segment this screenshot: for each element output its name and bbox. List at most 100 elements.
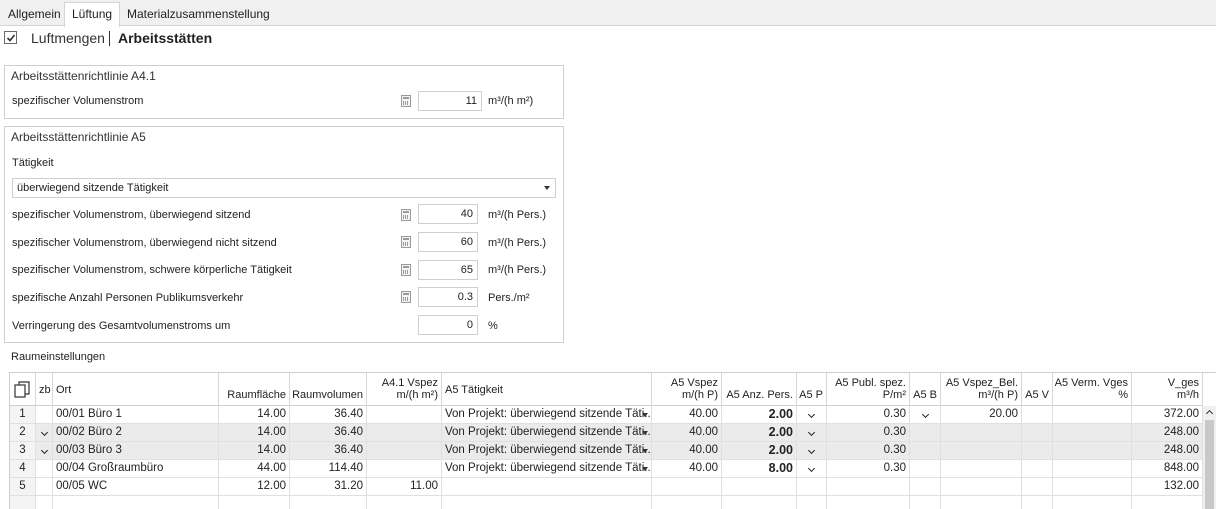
calculator-icon[interactable] [401,95,411,107]
column-header[interactable]: A5 V [1022,373,1053,406]
a5-publ-spez-cell[interactable] [827,478,910,496]
zb-cell[interactable] [36,424,53,442]
ort-cell[interactable]: 00/05 WC [53,478,219,496]
a41-vspez-cell[interactable]: 11.00 [367,478,442,496]
ort-cell[interactable]: 00/02 Büro 2 [53,424,219,442]
a5-anz-pers-cell[interactable]: 2.00 [722,406,797,424]
empty-cell[interactable] [290,496,367,509]
empty-row[interactable] [10,496,1216,509]
a5-p-cell[interactable] [797,406,827,424]
a5-p-cell[interactable] [797,460,827,478]
chevron-down-icon[interactable] [642,431,648,435]
a5-taetigkeit-cell[interactable] [442,478,652,496]
a5-b-cell[interactable] [910,406,941,424]
column-header[interactable]: A5 B [910,373,941,406]
a5-vspez-bel-cell[interactable] [941,478,1022,496]
column-header[interactable]: V_ges m³/h [1132,373,1203,406]
zb-cell[interactable] [36,406,53,424]
a5-taetigkeit-cell[interactable]: Von Projekt: überwiegend sitzende Täti..… [442,442,652,460]
v-ges-cell[interactable]: 132.00 [1132,478,1203,496]
a5-vspez-bel-cell[interactable] [941,460,1022,478]
column-header[interactable]: A5 Anz. Pers. [722,373,797,406]
column-header[interactable]: A5 Publ. spez. P/m² [827,373,910,406]
a5-anz-pers-cell[interactable]: 2.00 [722,424,797,442]
raumflaeche-cell[interactable]: 12.00 [219,478,290,496]
column-header[interactable]: A4.1 Vspez m/(h m²) [367,373,442,406]
a41-vspez-cell[interactable] [367,406,442,424]
empty-cell[interactable] [53,496,219,509]
ort-cell[interactable]: 00/01 Büro 1 [53,406,219,424]
luftmengen-checkbox[interactable] [4,31,17,44]
a5-v-cell[interactable] [1022,460,1053,478]
raumflaeche-cell[interactable]: 14.00 [219,406,290,424]
a5-taetigkeit-cell[interactable]: Von Projekt: überwiegend sitzende Täti..… [442,460,652,478]
empty-cell[interactable] [10,496,36,509]
calculator-icon[interactable] [401,264,411,276]
a5-verm-vges-cell[interactable] [1053,406,1132,424]
verringerung-input[interactable]: 0 [418,315,478,335]
tab-materialzusammenstellung[interactable]: Materialzusammenstellung [119,2,278,26]
a5-p-cell[interactable] [797,478,827,496]
calculator-icon[interactable] [401,209,411,221]
a5-b-cell[interactable] [910,460,941,478]
empty-cell[interactable] [941,496,1022,509]
scroll-up-icon[interactable] [1205,409,1214,418]
calculator-icon[interactable] [401,291,411,303]
column-header[interactable]: A5 P [797,373,827,406]
raumvolumen-cell[interactable]: 36.40 [290,424,367,442]
v-ges-cell[interactable]: 848.00 [1132,460,1203,478]
a5-vspez-bel-cell[interactable] [941,424,1022,442]
a5-v-cell[interactable] [1022,424,1053,442]
column-header[interactable]: A5 Vspez m/(h P) [652,373,722,406]
empty-cell[interactable] [797,496,827,509]
v-ges-cell[interactable]: 248.00 [1132,442,1203,460]
a5-publ-spez-cell[interactable]: 0.30 [827,424,910,442]
raumflaeche-cell[interactable]: 14.00 [219,424,290,442]
a41-value-input[interactable]: 11 [418,91,482,111]
a5-verm-vges-cell[interactable] [1053,478,1132,496]
column-header[interactable]: zb [36,373,53,406]
a5-vspez-bel-cell[interactable]: 20.00 [941,406,1022,424]
vertical-scrollbar[interactable] [1202,406,1216,509]
empty-cell[interactable] [827,496,910,509]
vspez-schwer-input[interactable]: 65 [418,260,478,280]
a5-vspez-cell[interactable]: 40.00 [652,406,722,424]
raumvolumen-cell[interactable]: 31.20 [290,478,367,496]
empty-cell[interactable] [219,496,290,509]
column-header[interactable]: A5 Verm. Vges% [1053,373,1132,406]
a5-anz-pers-cell[interactable]: 2.00 [722,442,797,460]
a5-vspez-cell[interactable]: 40.00 [652,424,722,442]
a5-v-cell[interactable] [1022,406,1053,424]
scrollbar-thumb[interactable] [1205,420,1214,509]
a5-taetigkeit-cell[interactable]: Von Projekt: überwiegend sitzende Täti..… [442,406,652,424]
empty-cell[interactable] [367,496,442,509]
raumflaeche-cell[interactable]: 44.00 [219,460,290,478]
a5-publ-spez-cell[interactable]: 0.30 [827,406,910,424]
a5-anz-pers-cell[interactable] [722,478,797,496]
tab-allgemein[interactable]: Allgemein [0,2,69,26]
v-ges-cell[interactable]: 248.00 [1132,424,1203,442]
table-row[interactable]: 1 00/01 Büro 1 14.00 36.40 Von Projekt: über… [10,406,1216,424]
a5-vspez-bel-cell[interactable] [941,442,1022,460]
a5-anz-pers-cell[interactable]: 8.00 [722,460,797,478]
table-row[interactable]: 3 00/03 Büro 3 14.00 36.40 Von Projekt: über… [10,442,1216,460]
a41-vspez-cell[interactable] [367,460,442,478]
empty-cell[interactable] [722,496,797,509]
vspez-nicht-sitzend-input[interactable]: 60 [418,232,478,252]
chevron-down-icon[interactable] [642,467,648,471]
raumvolumen-cell[interactable]: 114.40 [290,460,367,478]
a5-p-cell[interactable] [797,424,827,442]
a5-publ-spez-cell[interactable]: 0.30 [827,460,910,478]
a5-verm-vges-cell[interactable] [1053,442,1132,460]
v-ges-cell[interactable]: 372.00 [1132,406,1203,424]
a5-verm-vges-cell[interactable] [1053,460,1132,478]
empty-cell[interactable] [1053,496,1132,509]
a5-b-cell[interactable] [910,478,941,496]
zb-cell[interactable] [36,460,53,478]
table-row[interactable]: 4 00/04 Großraumbüro 44.00 114.40 Von Projek… [10,460,1216,478]
empty-cell[interactable] [652,496,722,509]
a5-publ-spez-cell[interactable]: 0.30 [827,442,910,460]
chevron-down-icon[interactable] [642,413,648,417]
column-header[interactable]: Raumfläche [219,373,290,406]
column-header[interactable]: A5 Tätigkeit [442,373,652,406]
